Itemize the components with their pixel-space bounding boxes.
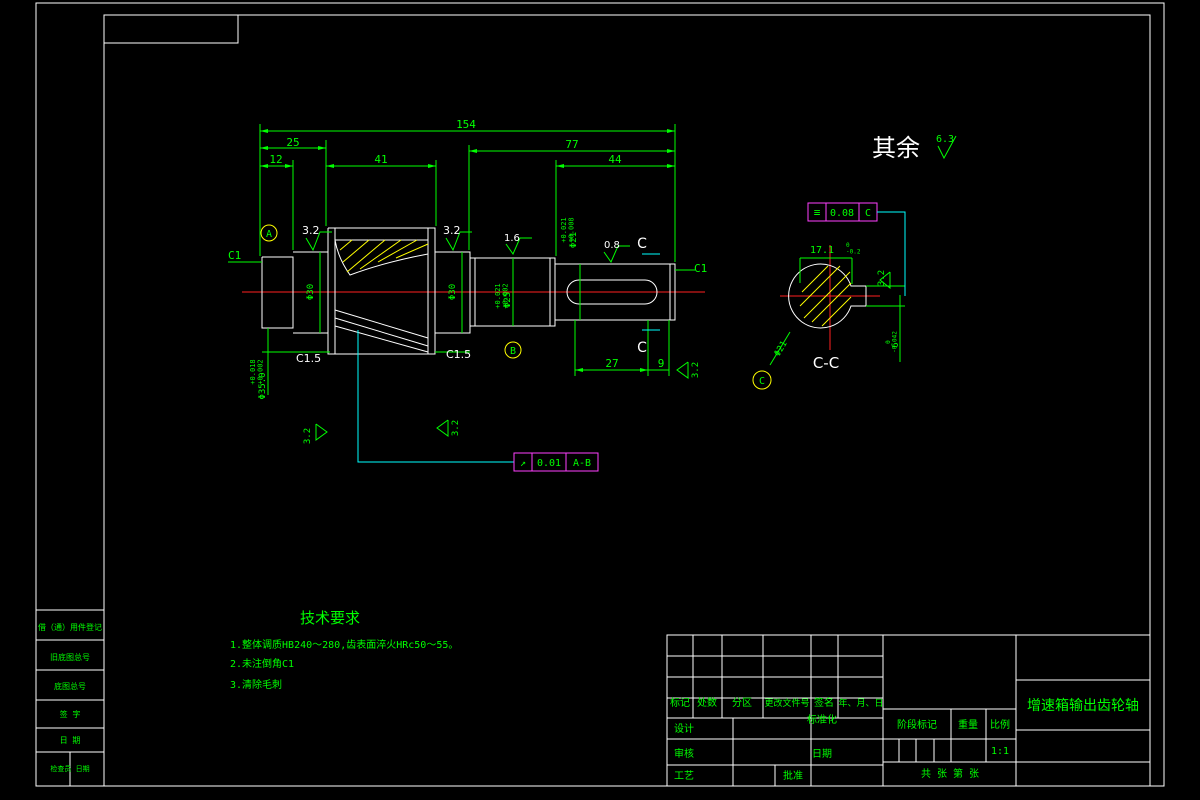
- tb-label-approve: 批准: [783, 769, 803, 782]
- runout-symbol: ↗: [520, 458, 526, 469]
- side-row-6: 检查员 日期: [50, 764, 89, 773]
- dia-left-tol: +0.018+0.002: [249, 359, 265, 384]
- dim-44: 44: [608, 153, 622, 166]
- outer-border: [35, 2, 1165, 787]
- roughness-r1: 3.2: [302, 224, 320, 237]
- tb-sheets: 共 张 第 张: [921, 767, 979, 780]
- tb-label-scale: 比例: [990, 718, 1010, 731]
- roughness-r7: 3.2: [691, 362, 701, 378]
- tb-role-process: 工艺: [674, 770, 694, 782]
- sym-symbol: ≡: [814, 206, 821, 219]
- side-row-5: 日 期: [60, 736, 81, 745]
- tb-label-std: 标准化: [807, 713, 837, 726]
- other-roughness-value: 6.3: [936, 134, 954, 145]
- dia-right-tol: +0.021+0.008: [560, 217, 576, 242]
- section-mark-bottom: C: [637, 340, 647, 356]
- tb-label-weight: 重量: [958, 718, 978, 731]
- sym-datum: C: [865, 208, 871, 219]
- dim-77: 77: [565, 138, 578, 151]
- section-dia: Φ21: [773, 339, 790, 358]
- chamfer-c1-right: C1: [694, 262, 707, 275]
- gear-section-hatch: [339, 239, 429, 273]
- roughness-r6: 3.2: [451, 420, 461, 436]
- side-row-4: 签 字: [60, 709, 81, 719]
- tech-req-item-3: 3.清除毛刺: [230, 678, 282, 691]
- dim-25: 25: [286, 136, 299, 149]
- tech-req-item-2: 2.未注倒角C1: [230, 657, 294, 670]
- key-width: 17.1: [810, 245, 834, 256]
- roughness-r8: 3.2: [877, 270, 887, 286]
- roughness-r4: 0.8: [604, 240, 620, 251]
- tb-col-sign: 签名: [814, 696, 834, 709]
- tb-col-count: 处数: [697, 696, 717, 709]
- dim-overall: 154: [456, 118, 476, 131]
- tb-label-stage: 阶段标记: [897, 718, 937, 731]
- tb-scale-value: 1:1: [991, 746, 1009, 757]
- runout-leader: [357, 330, 514, 463]
- section-view: [769, 245, 905, 366]
- roughness-r3: 1.6: [504, 233, 520, 244]
- gear-dia-right: Φ30: [448, 284, 458, 300]
- tb-label-date: 日期: [812, 748, 832, 760]
- roughness-r2: 3.2: [443, 224, 461, 237]
- chamfer-c1-left: C1: [228, 249, 241, 262]
- datum-c: C: [759, 376, 765, 387]
- roughness-symbols: [305, 231, 689, 441]
- sym-value: 0.08: [830, 208, 854, 219]
- section-mark-top: C: [637, 236, 647, 252]
- dim-12: 12: [269, 153, 282, 166]
- dim-9: 9: [658, 357, 665, 370]
- tb-part-name: 增速箱输出齿轮轴: [1027, 698, 1139, 714]
- dia-mid-tol: +0.021+0.002: [494, 283, 510, 308]
- datum-b: B: [510, 346, 516, 357]
- side-row-1: 借（通）用件登记: [38, 622, 102, 632]
- runout-value: 0.01: [537, 458, 561, 469]
- chamfer-c15-right: C1.5: [446, 348, 471, 361]
- tb-col-mark: 标记: [670, 697, 690, 709]
- tb-role-design: 设计: [674, 722, 694, 735]
- chamfer-c15-left: C1.5: [296, 352, 321, 365]
- key-depth-tol: 0-0.042: [885, 331, 899, 353]
- section-title: C-C: [813, 354, 839, 372]
- runout-datum: A-B: [573, 458, 591, 469]
- dim-27: 27: [605, 357, 618, 370]
- gear-dia-left: Φ30: [306, 284, 316, 300]
- drawing-canvas: 154 25 12 41 77 44 27 9 Φ30 Φ30 Φ25 +0.0…: [35, 2, 1165, 787]
- tb-col-date: 年、月、日: [838, 697, 883, 709]
- key-width-tol: 0 -0.2: [846, 242, 861, 256]
- roughness-r5: 3.2: [303, 428, 313, 444]
- other-roughness-label: 其余: [872, 134, 920, 162]
- top-left-box: [103, 14, 239, 44]
- tb-role-review: 审核: [674, 747, 694, 760]
- side-row-2: 旧底图总号: [50, 652, 90, 662]
- side-row-3: 底图总号: [54, 681, 86, 691]
- tb-col-file: 更改文件号: [764, 697, 809, 709]
- dim-41: 41: [374, 153, 387, 166]
- tech-req-title: 技术要求: [300, 609, 360, 627]
- tb-col-zone: 分区: [732, 697, 752, 709]
- datum-a: A: [266, 229, 272, 240]
- side-table: [35, 609, 105, 787]
- tech-req-item-1: 1.整体调质HB240～280,齿表面淬火HRc50～55。: [230, 638, 458, 651]
